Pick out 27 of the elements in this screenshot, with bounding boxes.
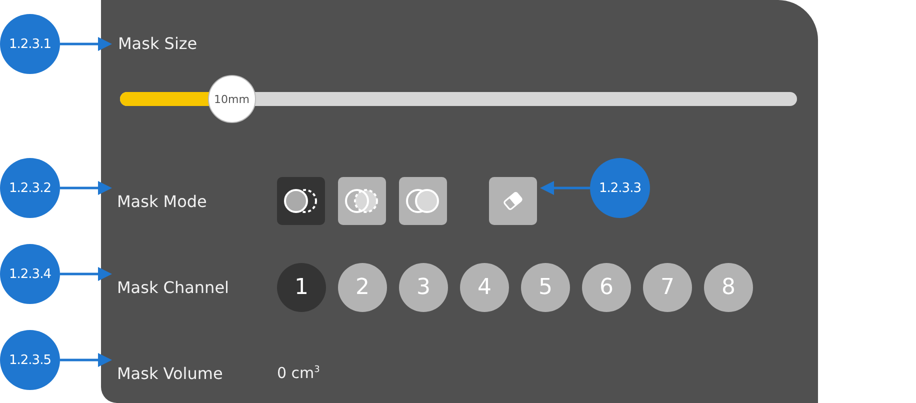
mask-channel-label: Mask Channel xyxy=(117,278,230,296)
channel-button[interactable]: 8 xyxy=(704,262,753,312)
channel-button[interactable]: 3 xyxy=(399,262,448,312)
channel-button[interactable]: 7 xyxy=(643,262,692,312)
callout-badge: 1.2.3.1 xyxy=(0,14,60,74)
channel-button[interactable]: 1 xyxy=(277,262,326,312)
mask-size-label: Mask Size xyxy=(118,34,198,53)
eraser-icon xyxy=(502,192,524,210)
channel-button[interactable]: 5 xyxy=(521,262,570,312)
callout-badge: 1.2.3.4 xyxy=(0,244,60,304)
eraser-button[interactable] xyxy=(489,177,537,225)
channel-button[interactable]: 4 xyxy=(460,262,509,312)
slider-thumb[interactable]: 10mm xyxy=(208,75,256,123)
callout-arrow xyxy=(540,181,590,195)
callout-badge: 1.2.3.2 xyxy=(0,158,60,218)
callout-badge: 1.2.3.5 xyxy=(0,330,60,390)
mask-volume-label: Mask Volume xyxy=(117,364,224,382)
channel-button[interactable]: 6 xyxy=(582,262,631,312)
mask-size-slider[interactable]: 10mm xyxy=(120,75,797,123)
channel-button[interactable]: 2 xyxy=(338,262,387,312)
mask-volume-value: 0 cm$^{3}$ xyxy=(277,364,320,382)
callout-arrow xyxy=(60,37,112,51)
callout-arrow xyxy=(60,267,112,281)
mode-button[interactable] xyxy=(277,177,325,225)
callout-arrow xyxy=(60,181,112,195)
callout-arrow xyxy=(60,353,112,367)
mask-mode-label: Mask Mode xyxy=(117,192,208,210)
